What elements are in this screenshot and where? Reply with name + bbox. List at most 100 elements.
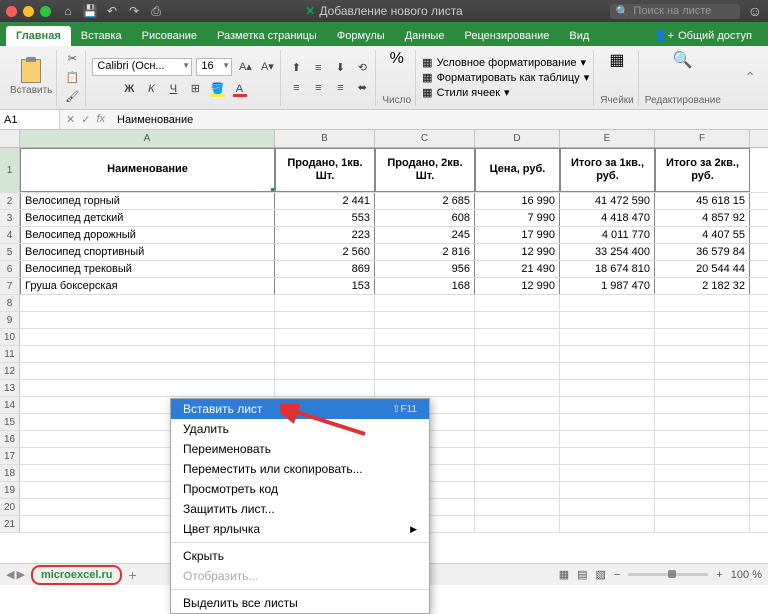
redo-icon[interactable]: ↷ [127,4,141,18]
cell[interactable]: Велосипед дорожный [20,227,275,243]
zoom-out[interactable]: − [614,569,620,581]
tab-data[interactable]: Данные [395,26,455,46]
cell[interactable] [475,363,560,379]
cell[interactable] [475,380,560,396]
tab-home[interactable]: Главная [6,26,71,46]
cell[interactable] [275,363,375,379]
row-header[interactable]: 3 [0,210,20,226]
row-header[interactable]: 13 [0,380,20,396]
cell[interactable] [275,312,375,328]
cm-select-all[interactable]: Выделить все листы [171,593,429,613]
cm-hide[interactable]: Скрыть [171,546,429,566]
cell[interactable]: 2 685 [375,193,475,209]
cut-icon[interactable]: ✂ [63,50,81,67]
row-header[interactable]: 1 [0,148,20,192]
cell[interactable] [655,380,750,396]
row-header[interactable]: 18 [0,465,20,481]
cell[interactable] [655,363,750,379]
view-normal-icon[interactable]: ▦ [559,568,569,581]
cell[interactable]: 2 816 [375,244,475,260]
cell[interactable] [560,465,655,481]
cell[interactable]: Велосипед горный [20,193,275,209]
cell[interactable] [560,448,655,464]
row-header[interactable]: 16 [0,431,20,447]
save-icon[interactable]: 💾 [83,4,97,18]
cell[interactable] [475,312,560,328]
cell[interactable] [475,482,560,498]
insert-cells-icon[interactable]: ▦ [609,50,624,70]
cell[interactable]: 12 990 [475,244,560,260]
bold-button[interactable]: Ж [120,80,138,98]
cell[interactable]: 4 011 770 [560,227,655,243]
cell[interactable] [475,499,560,515]
zoom-in[interactable]: + [716,569,722,581]
cell[interactable]: Продано, 2кв. Шт. [375,148,475,192]
cell[interactable]: 21 490 [475,261,560,277]
cell[interactable]: Цена, руб. [475,148,560,192]
cell[interactable] [475,397,560,413]
row-header[interactable]: 4 [0,227,20,243]
cell[interactable] [560,482,655,498]
merge-icon[interactable]: ⬌ [353,79,371,97]
zoom-slider[interactable] [628,573,708,576]
cell[interactable] [655,397,750,413]
col-header-A[interactable]: A [20,130,275,147]
cancel-icon[interactable]: ✕ [66,113,75,126]
tab-draw[interactable]: Рисование [132,26,207,46]
cell[interactable] [375,295,475,311]
cell[interactable] [275,329,375,345]
align-left-icon[interactable]: ≡ [287,79,305,97]
cell[interactable] [655,312,750,328]
cell[interactable]: 16 990 [475,193,560,209]
fx-icon[interactable]: fx [96,113,105,126]
cell[interactable] [655,414,750,430]
next-sheet-icon[interactable]: ▶ [16,568,24,581]
cell[interactable]: 7 990 [475,210,560,226]
cell[interactable] [20,346,275,362]
cell[interactable] [655,295,750,311]
find-icon[interactable]: 🔍 [673,50,693,70]
cell[interactable]: Велосипед трековый [20,261,275,277]
cell[interactable]: Итого за 1кв., руб. [560,148,655,192]
increase-font-icon[interactable]: A▴ [236,58,254,76]
align-center-icon[interactable]: ≡ [309,79,327,97]
cell[interactable] [20,380,275,396]
cell[interactable]: 2 441 [275,193,375,209]
tab-insert[interactable]: Вставка [71,26,132,46]
align-right-icon[interactable]: ≡ [331,79,349,97]
cell[interactable] [475,295,560,311]
cell[interactable]: Продано, 1кв. Шт. [275,148,375,192]
cell[interactable]: 45 618 15 [655,193,750,209]
col-header-E[interactable]: E [560,130,655,147]
cell[interactable] [655,329,750,345]
sheet-tab-active[interactable]: microexcel.ru [31,565,123,585]
format-as-table[interactable]: ▦ Форматировать как таблицу ▾ [422,71,589,84]
add-sheet-icon[interactable]: + [128,567,136,583]
cell[interactable] [275,295,375,311]
cell[interactable] [560,380,655,396]
cell[interactable]: Груша боксерская [20,278,275,294]
cell[interactable]: 223 [275,227,375,243]
cell[interactable] [475,329,560,345]
cm-view-code[interactable]: Просмотреть код [171,479,429,499]
col-header-B[interactable]: B [275,130,375,147]
paste-button[interactable]: Вставить [10,59,52,96]
cell[interactable] [655,482,750,498]
cell[interactable]: 4 418 470 [560,210,655,226]
cell[interactable]: 1 987 470 [560,278,655,294]
cell[interactable]: 36 579 84 [655,244,750,260]
cell[interactable]: Велосипед детский [20,210,275,226]
align-bottom-icon[interactable]: ⬇ [331,59,349,77]
row-header[interactable]: 17 [0,448,20,464]
select-all-corner[interactable] [0,130,20,147]
search-input[interactable]: 🔍 Поиск на листе [610,4,740,19]
cell[interactable]: Наименование [20,148,275,192]
tab-layout[interactable]: Разметка страницы [207,26,327,46]
cell[interactable]: 18 674 810 [560,261,655,277]
cell[interactable] [375,346,475,362]
cell[interactable]: 2 560 [275,244,375,260]
cell[interactable]: 553 [275,210,375,226]
cm-rename[interactable]: Переименовать [171,439,429,459]
row-header[interactable]: 9 [0,312,20,328]
cell[interactable] [475,465,560,481]
